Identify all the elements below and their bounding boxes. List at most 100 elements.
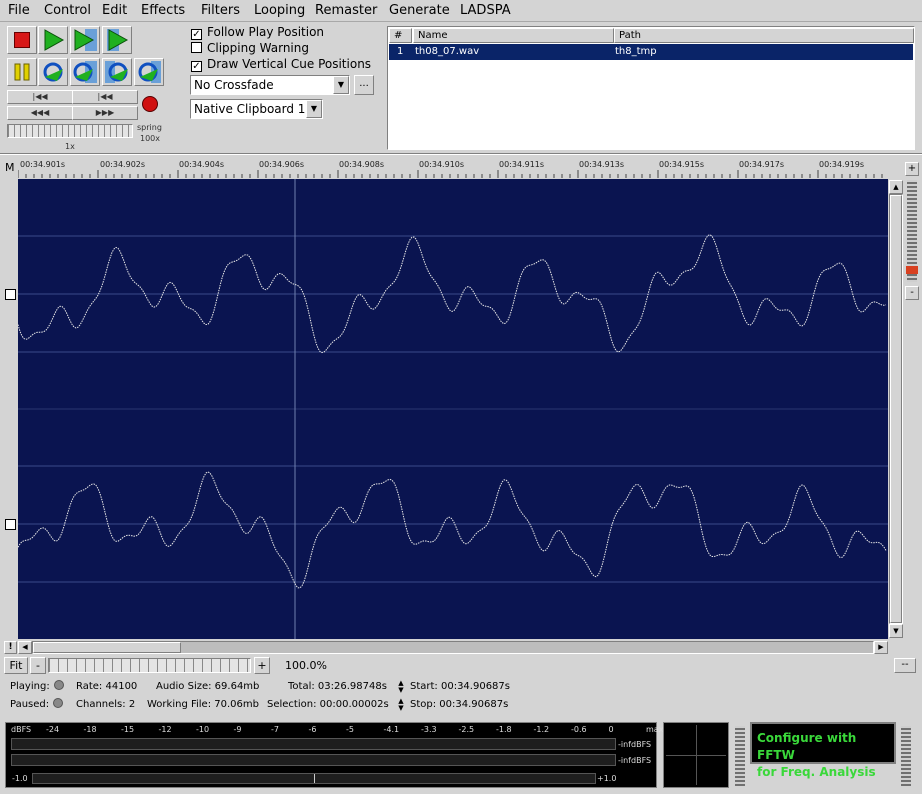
jump-start-button[interactable]: |◀◀ — [7, 90, 73, 104]
meter-dbfs-label: dBFS — [11, 725, 32, 734]
col-header-path[interactable]: Path — [614, 28, 914, 43]
loop-all-button[interactable] — [38, 58, 68, 86]
zoom-options-button[interactable]: -- — [894, 658, 916, 673]
loop-gap-button[interactable] — [102, 58, 132, 86]
scope-v-axis — [696, 725, 697, 785]
balance-meter — [32, 773, 596, 784]
zoom-in-button[interactable]: + — [254, 657, 270, 674]
spring-value: 100x — [140, 134, 161, 143]
follow-play-label: Follow Play Position — [207, 25, 325, 39]
meter-scale-label: -10 — [196, 725, 210, 734]
crossfade-select[interactable]: No Crossfade ▼ — [190, 75, 350, 95]
ruler-tick: 00:34.911s — [499, 160, 545, 169]
menu-generate[interactable]: Generate — [389, 3, 450, 18]
stop-icon — [14, 32, 30, 48]
draw-cues-check: ✓ — [191, 61, 202, 72]
clipboard-select[interactable]: Native Clipboard 1 ▼ — [190, 99, 323, 119]
channel-right-toggle[interactable] — [5, 519, 16, 530]
meter-scale-label: -2.5 — [458, 725, 475, 734]
meter-scale-label: -4.1 — [383, 725, 400, 734]
transport-panel: |◀◀ |◀◀ ◀◀◀ ▶▶▶ 1x spring 100x — [4, 24, 182, 152]
play-from-selection-button[interactable] — [102, 26, 132, 54]
scroll-up-button[interactable]: ▲ — [889, 180, 903, 194]
scroll-down-button[interactable]: ▼ — [889, 624, 903, 638]
seek-speed-slider[interactable] — [7, 124, 133, 138]
meter-scale-label: -12 — [158, 725, 172, 734]
menu-file[interactable]: File — [8, 3, 30, 18]
vertical-scroll-thumb[interactable] — [890, 195, 902, 623]
prev-cue-icon: |◀◀ — [97, 92, 113, 101]
menu-bar: File Control Edit Effects Filters Loopin… — [0, 0, 922, 22]
menu-filters[interactable]: Filters — [201, 3, 240, 18]
spring-label: spring — [137, 123, 162, 132]
crossfade-more-button[interactable]: ... — [354, 75, 374, 95]
menu-ladspa[interactable]: LADSPA — [460, 3, 511, 18]
rewind-button[interactable]: ◀◀◀ — [7, 106, 73, 120]
col-header-name[interactable]: Name — [413, 28, 614, 43]
play-button[interactable] — [38, 26, 68, 54]
balance-min-label: -1.0 — [12, 774, 28, 783]
jump-start-icon: |◀◀ — [32, 92, 48, 101]
remove-cue-button[interactable]: ! — [4, 641, 17, 654]
menu-effects[interactable]: Effects — [141, 3, 185, 18]
clipping-warning-checkbox[interactable]: Clipping Warning — [191, 40, 309, 56]
playing-indicator — [53, 680, 64, 690]
vzoom-plus-button[interactable]: + — [905, 162, 919, 176]
sample-rate: Rate: 44100 — [76, 681, 138, 692]
stop-spinner[interactable]: ▲ ▼ — [395, 698, 407, 712]
arrow-up-icon: ▲ — [893, 183, 899, 191]
ruler-tick: 00:34.904s — [179, 160, 225, 169]
channel-left-toggle[interactable] — [5, 289, 16, 300]
time-ruler[interactable]: 00:34.901s 00:34.902s 00:34.904s 00:34.9… — [18, 158, 888, 178]
paused-label: Paused: — [10, 699, 50, 710]
arrow-right-icon: ▶ — [878, 643, 884, 651]
cue-marker-label: M — [5, 161, 15, 174]
horizontal-scrollbar[interactable] — [32, 641, 874, 654]
zoom-out-button[interactable]: - — [30, 657, 46, 674]
ruler-tick: 00:34.915s — [659, 160, 705, 169]
vertical-scrollbar[interactable] — [889, 194, 903, 624]
loop-selection-button[interactable] — [70, 58, 100, 86]
pause-icon — [14, 63, 30, 81]
menu-edit[interactable]: Edit — [102, 3, 127, 18]
scroll-left-button[interactable]: ◀ — [18, 641, 32, 654]
file-row[interactable]: 1 th08_07.wav th8_tmp — [389, 44, 913, 60]
menu-remaster[interactable]: Remaster — [315, 3, 377, 18]
play-selection-button[interactable] — [70, 26, 100, 54]
meter-right-channel — [11, 754, 616, 766]
file-list: # Name Path 1 th08_07.wav th8_tmp — [387, 26, 915, 150]
meter-scale-label: -1.8 — [496, 725, 512, 734]
col-header-num[interactable]: # — [389, 28, 412, 43]
crossfade-value: No Crossfade — [194, 78, 274, 92]
channel-count: Channels: 2 — [76, 699, 136, 710]
file-row-path: th8_tmp — [615, 46, 657, 57]
scroll-right-button[interactable]: ▶ — [874, 641, 888, 654]
vzoom-slider-thumb — [906, 266, 918, 274]
fast-forward-button[interactable]: ▶▶▶ — [72, 106, 138, 120]
zoom-fit-button[interactable]: Fit — [4, 657, 28, 674]
file-row-name: th08_07.wav — [415, 46, 480, 57]
loop-selection-icon — [73, 61, 97, 83]
draw-cues-checkbox[interactable]: ✓ Draw Vertical Cue Positions — [191, 56, 371, 72]
zoom-slider[interactable] — [48, 658, 251, 673]
clipping-check — [191, 42, 202, 53]
record-button[interactable] — [142, 96, 158, 112]
follow-play-checkbox[interactable]: ✓ Follow Play Position — [191, 24, 324, 40]
menu-control[interactable]: Control — [44, 3, 91, 18]
ruler-tick: 00:34.908s — [339, 160, 385, 169]
balance-max-label: +1.0 — [597, 774, 617, 783]
waveform-view[interactable] — [18, 179, 888, 639]
start-spinner[interactable]: ▲ ▼ — [395, 680, 407, 694]
play-from-selection-icon — [107, 29, 129, 51]
loop-skip-button[interactable] — [134, 58, 164, 86]
rewind-icon: ◀◀◀ — [30, 108, 50, 117]
pause-button[interactable] — [7, 58, 37, 86]
meter-scale-label: -24 — [46, 725, 60, 734]
menu-looping[interactable]: Looping — [254, 3, 305, 18]
stop-button[interactable] — [7, 26, 37, 54]
horizontal-scroll-thumb[interactable] — [33, 642, 181, 653]
jump-prev-cue-button[interactable]: |◀◀ — [72, 90, 138, 104]
vzoom-minus-button[interactable]: - — [905, 286, 919, 300]
meter-left-channel — [11, 738, 616, 750]
ruler-tick: 00:34.910s — [419, 160, 465, 169]
